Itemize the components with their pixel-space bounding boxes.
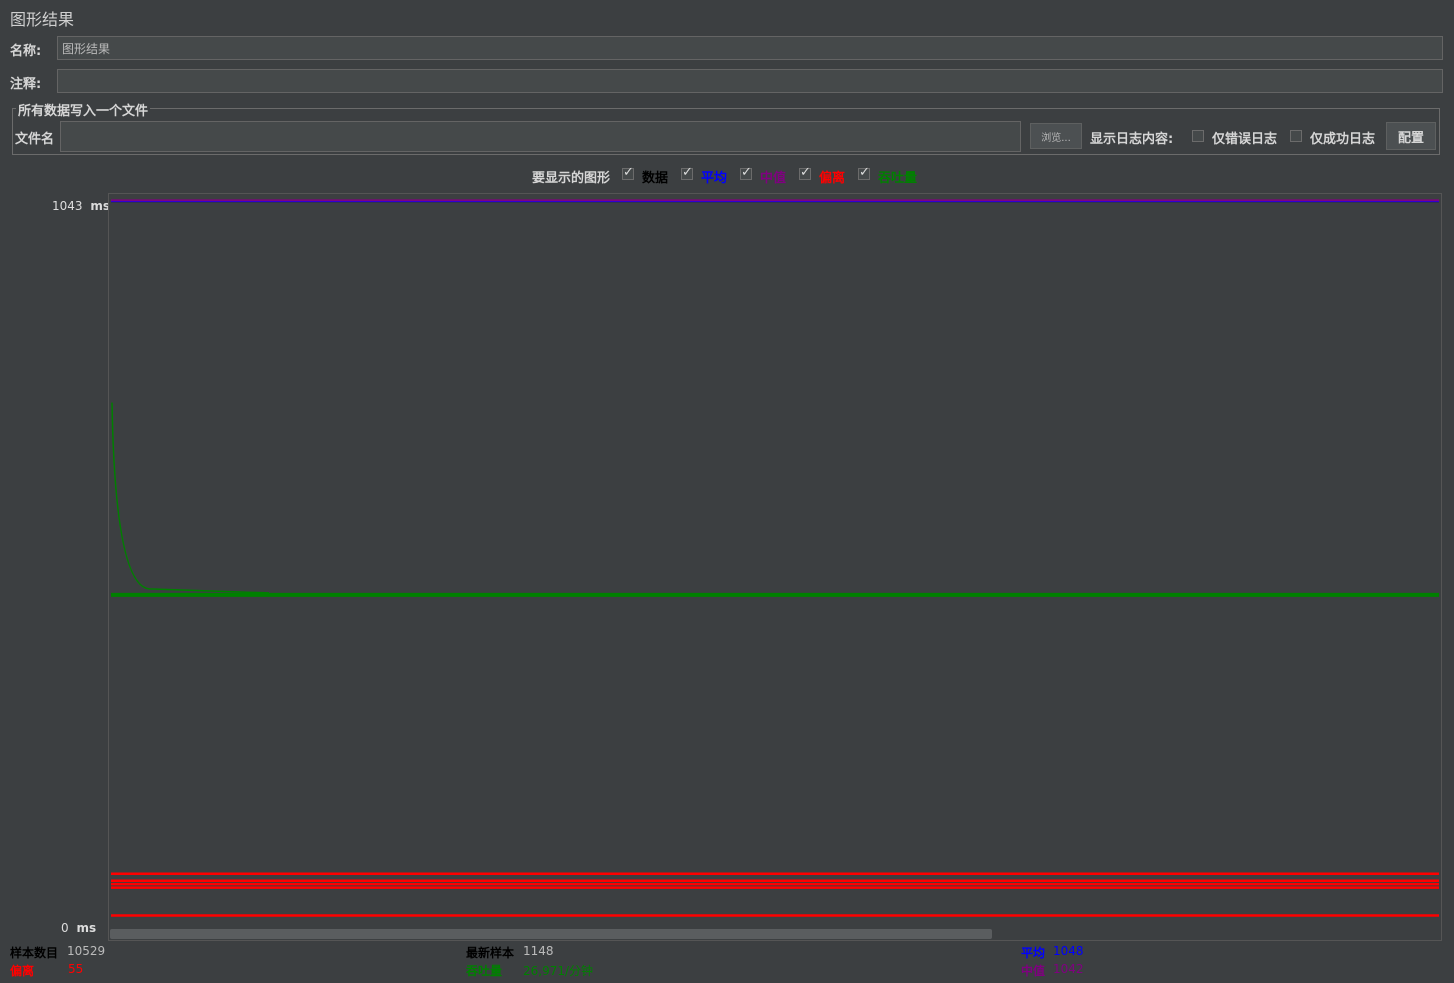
median-stat-value: 1042 [1053, 962, 1084, 976]
browse-button[interactable]: 浏览... [1030, 123, 1082, 149]
name-label: 名称: [10, 44, 42, 59]
throughput-stat-label: 吞吐量 [466, 964, 503, 978]
y-axis-min-label: 0 ms [61, 921, 96, 935]
deviation-stat-label: 偏离 [10, 964, 35, 978]
deviation-stat-value: 55 [68, 962, 84, 976]
config-button[interactable]: 配置 [1386, 122, 1436, 150]
filename-label: 文件名 [15, 132, 55, 147]
y-axis-max-value: 1043 [52, 199, 83, 213]
average-graph-checkbox[interactable] [681, 165, 693, 180]
deviation-graph-checkbox[interactable] [799, 165, 811, 180]
file-output-group-title: 所有数据写入一个文件 [16, 100, 151, 119]
success-only-checkbox[interactable] [1290, 130, 1302, 142]
average-stat-label: 平均 [1021, 946, 1046, 960]
median-graph-label: 中值 [760, 171, 787, 186]
data-graph-checkbox[interactable] [622, 165, 634, 180]
latest-sample-value: 1148 [523, 944, 554, 958]
graph-canvas [111, 199, 1439, 917]
success-only-label: 仅成功日志 [1310, 132, 1376, 147]
throughput-graph-checkbox[interactable] [858, 165, 870, 180]
median-graph-checkbox[interactable] [740, 165, 752, 180]
y-axis-min-value: 0 [61, 921, 69, 935]
average-stat-value: 1048 [1053, 944, 1084, 958]
throughput-stat-value: 26,971/分钟 [523, 964, 594, 978]
sample-count-value: 10529 [67, 944, 106, 958]
name-input[interactable] [57, 36, 1443, 60]
comment-label: 注释: [10, 77, 42, 92]
comment-input[interactable] [57, 69, 1443, 93]
log-content-label: 显示日志内容: [1090, 132, 1174, 147]
latest-sample-label: 最新样本 [466, 946, 515, 960]
deviation-graph-label: 偏离 [819, 171, 846, 186]
data-graph-label: 数据 [642, 171, 669, 186]
y-axis-min-unit: ms [76, 921, 97, 935]
y-axis-max-label: 1043 ms [52, 199, 110, 213]
errors-only-checkbox[interactable] [1192, 130, 1204, 142]
throughput-ramp-line [111, 402, 270, 594]
sample-count-label: 样本数目 [10, 946, 59, 960]
panel-title: 图形结果 [10, 10, 75, 29]
average-graph-label: 平均 [701, 171, 728, 186]
graphs-to-display-label: 要显示的图形 [532, 171, 611, 186]
graph-area [108, 193, 1442, 941]
graph-scrollbar-thumb[interactable] [110, 929, 992, 939]
throughput-graph-label: 吞吐量 [878, 171, 918, 186]
filename-input[interactable] [60, 121, 1021, 152]
median-stat-label: 中值 [1021, 964, 1046, 978]
errors-only-label: 仅错误日志 [1212, 132, 1278, 147]
